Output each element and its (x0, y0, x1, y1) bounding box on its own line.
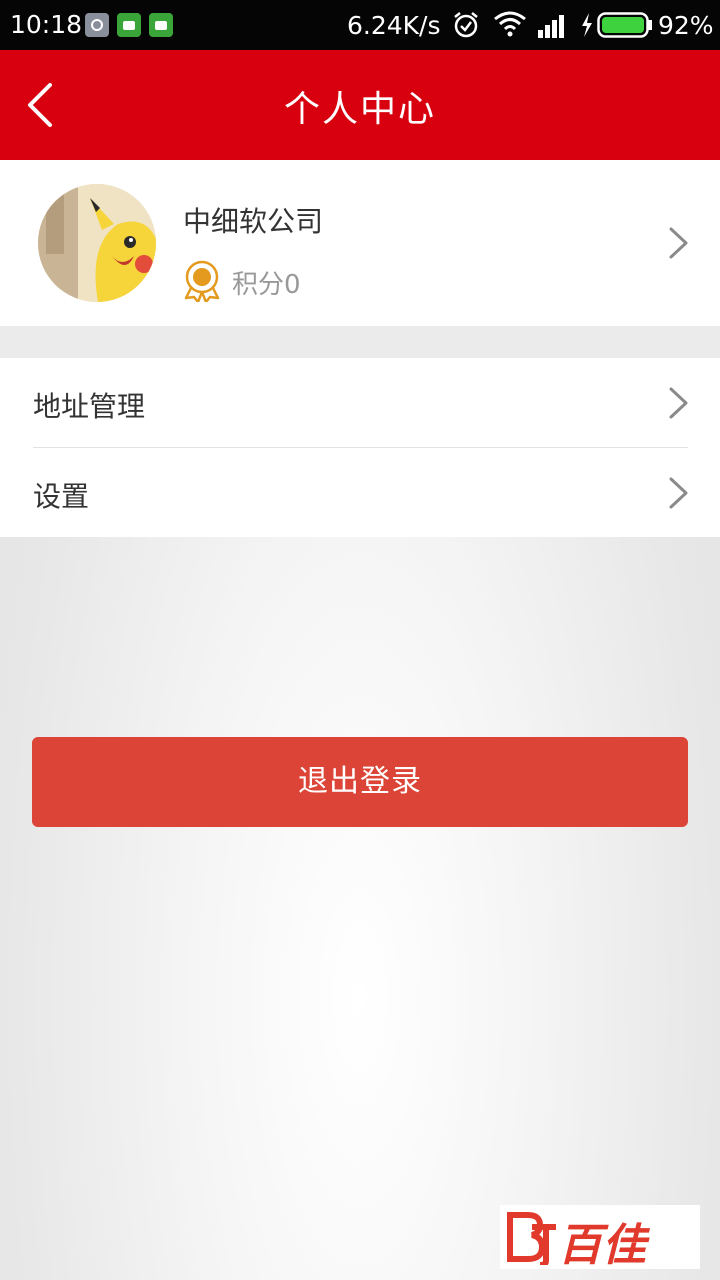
wifi-icon (494, 11, 526, 37)
chevron-right-icon (669, 387, 688, 419)
chevron-right-icon (669, 227, 688, 259)
battery-icon (597, 12, 652, 38)
logout-button[interactable]: 退出登录 (32, 737, 688, 827)
menu-item-label: 设置 (33, 480, 90, 513)
battery-percentage: 92% (658, 11, 714, 40)
pikachu-avatar-image (38, 184, 156, 302)
android-notification-icon (117, 13, 141, 37)
network-speed: 6.24K/s (347, 11, 441, 40)
signal-icon (538, 15, 564, 38)
watermark-logo: 百佳 (500, 1205, 700, 1271)
menu-item-address[interactable]: 地址管理 (0, 358, 720, 448)
section-gap (0, 326, 720, 358)
menu-list: 地址管理 设置 (0, 358, 720, 537)
menu-item-label: 地址管理 (33, 390, 146, 423)
chevron-right-icon (669, 477, 688, 509)
points-label: 积分0 (232, 270, 301, 300)
status-time: 10:18 (10, 10, 83, 39)
menu-item-settings[interactable]: 设置 (0, 448, 720, 537)
medal-icon (184, 260, 220, 302)
app-header: 个人中心 (0, 50, 720, 160)
bj-logo-icon (507, 1212, 556, 1265)
alarm-icon (454, 12, 478, 38)
profile-name: 中细软公司 (183, 205, 324, 238)
app-notification-icon (85, 13, 109, 37)
charging-icon (582, 13, 592, 37)
avatar[interactable] (38, 184, 156, 302)
page-title: 个人中心 (283, 89, 436, 130)
status-bar: 10:18 6.24K/s 92% (0, 0, 720, 50)
android-notification-icon-2 (149, 13, 173, 37)
profile-card[interactable]: 中细软公司 积分0 (0, 160, 720, 326)
watermark-text: 百佳 (558, 1220, 646, 1271)
